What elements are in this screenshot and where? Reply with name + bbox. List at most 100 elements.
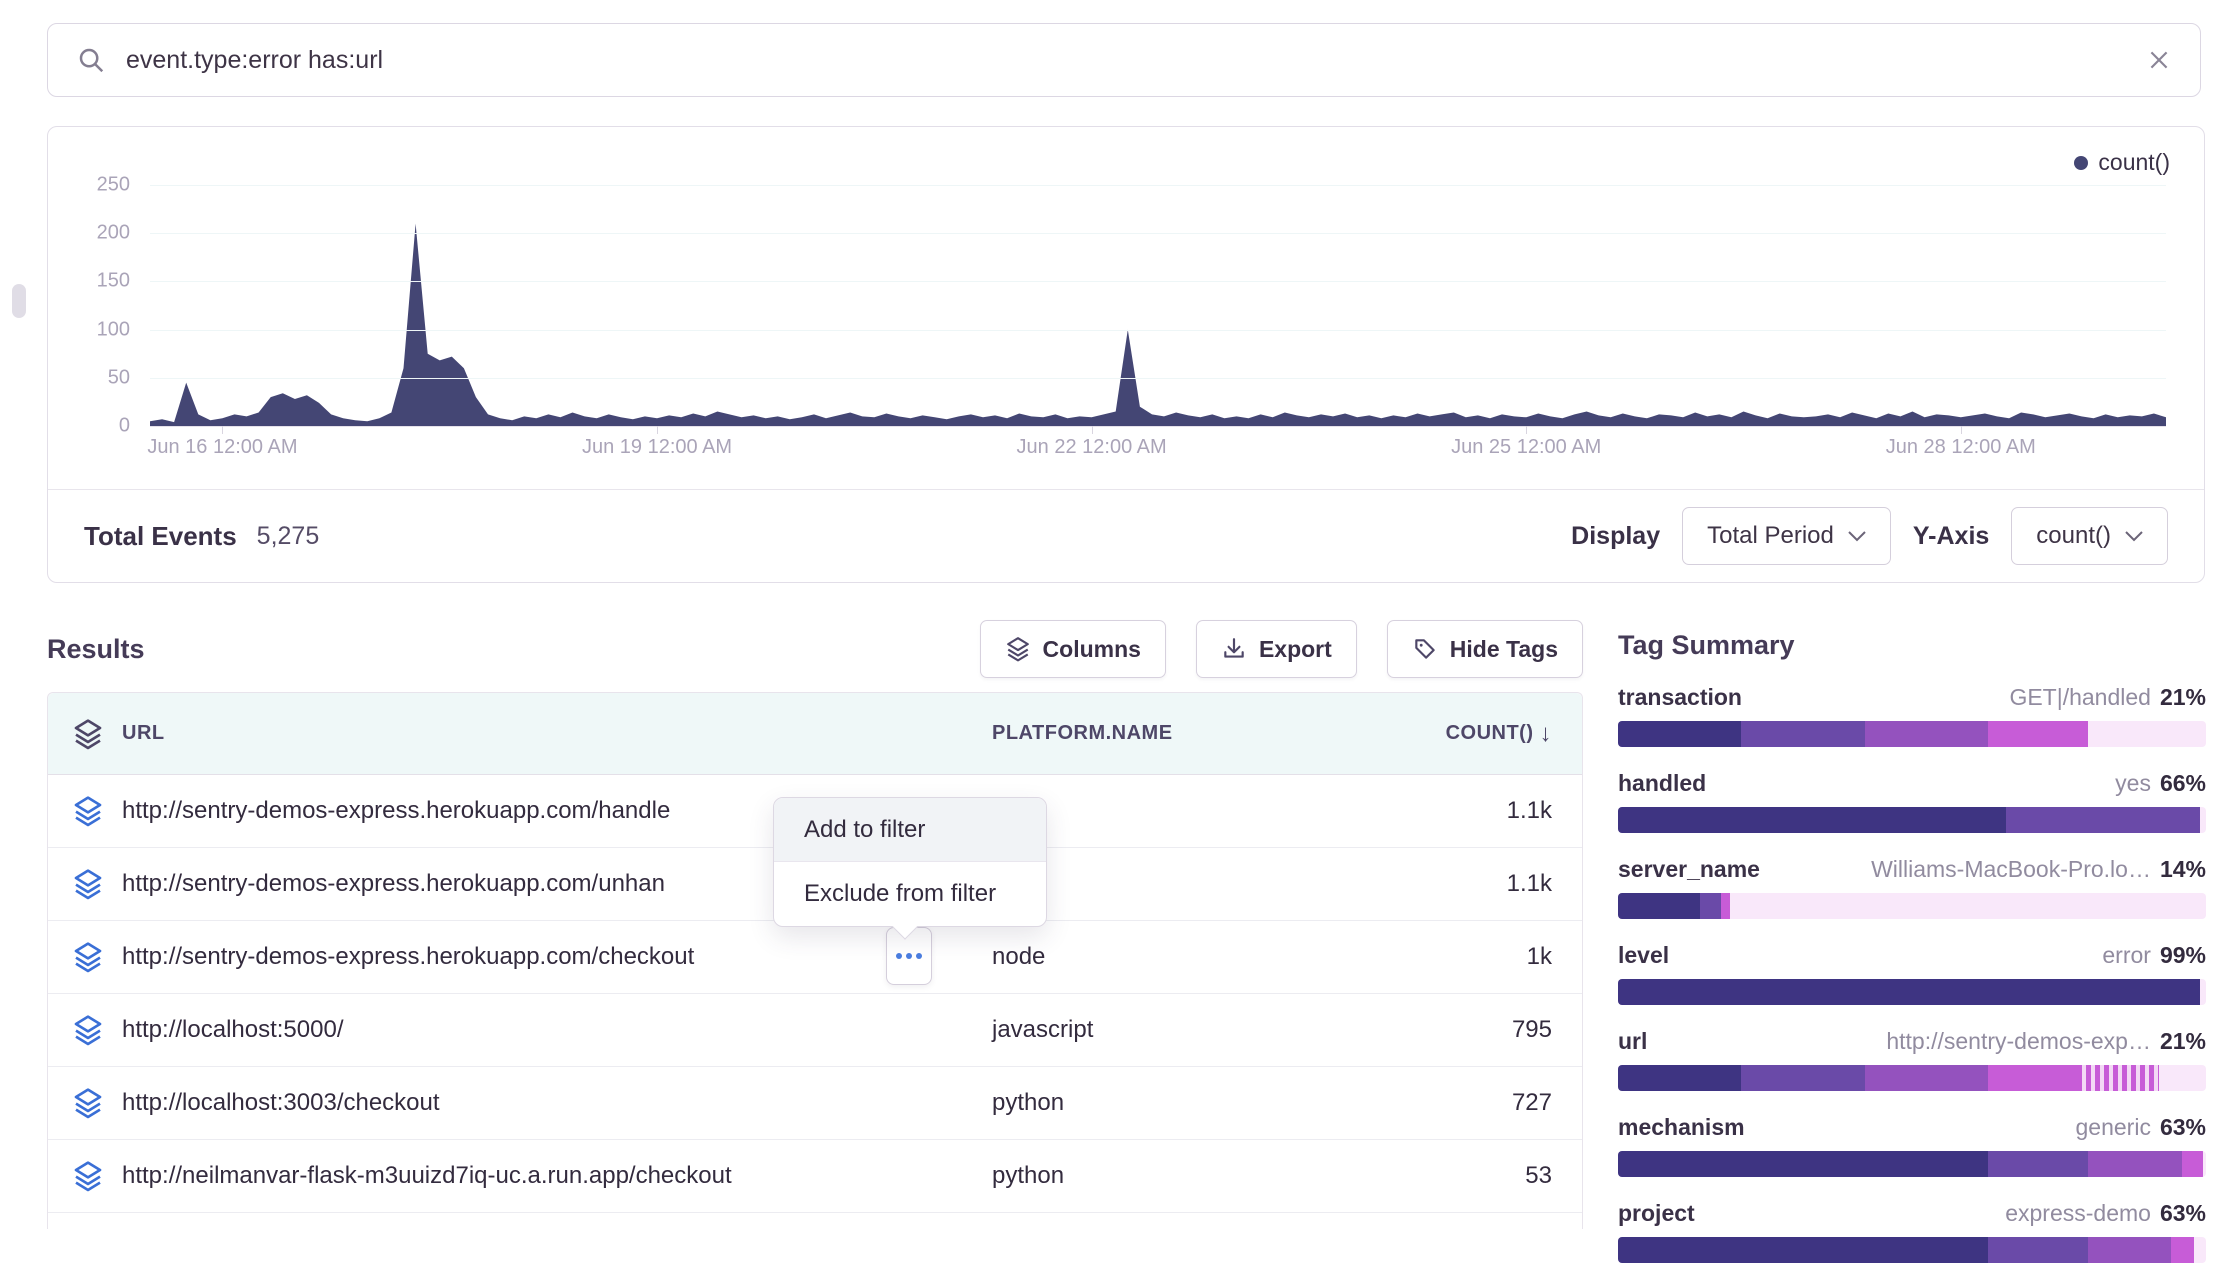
x-axis-line xyxy=(150,426,2166,427)
search-bar[interactable]: event.type:error has:url xyxy=(47,23,2201,97)
tag-summary-heading: Tag Summary xyxy=(1618,630,2206,661)
tag-group-level: levelerror99% xyxy=(1618,942,2206,1005)
url-cell: http://neilmanvar-flask-m3uuizd7iq-uc.a.… xyxy=(48,1160,992,1192)
gridline xyxy=(150,233,2166,234)
tag-head: handledyes66% xyxy=(1618,770,2206,800)
tag-head: url http://sentry-demos-exp…21% xyxy=(1618,1028,2206,1058)
download-icon xyxy=(1221,636,1247,662)
yaxis-label: Y-Axis xyxy=(1913,522,1989,551)
tag-bar-segment xyxy=(1741,721,1864,747)
tag-top-value-wrap: http://sentry-demos-exp…21% xyxy=(1886,1028,2206,1055)
toolbar-button-export[interactable]: Export xyxy=(1196,620,1357,678)
column-header-url[interactable]: URL xyxy=(122,722,165,745)
x-tick-mark xyxy=(1092,426,1093,434)
toolbar-button-hide-tags[interactable]: Hide Tags xyxy=(1387,620,1583,678)
tag-distribution-bar[interactable] xyxy=(1618,893,2206,919)
chart-legend: count() xyxy=(2074,149,2170,176)
table-row[interactable]: http://neilmanvar-flask-m3uuizd7iq-uc.a.… xyxy=(48,1140,1582,1213)
tag-bar-segment xyxy=(1988,1151,2088,1177)
tag-name[interactable]: level xyxy=(1618,942,1669,969)
table-row[interactable]: http://localhost:5000/javascript795 xyxy=(48,994,1582,1067)
tag-distribution-bar[interactable] xyxy=(1618,979,2206,1005)
layers-icon xyxy=(72,868,104,900)
gridline xyxy=(150,330,2166,331)
layers-icon xyxy=(72,941,104,973)
table-row[interactable]: http://sentry-demos-express.herokuapp.co… xyxy=(48,921,1582,994)
tag-bar-segment xyxy=(2006,807,2200,833)
url-value[interactable]: http://sentry-demos-express.herokuapp.co… xyxy=(122,943,694,971)
tag-bar-segment xyxy=(1618,1151,1988,1177)
tag-head: server_nameWilliams-MacBook-Pro.lo…14% xyxy=(1618,856,2206,886)
tag-head: levelerror99% xyxy=(1618,942,2206,972)
tag-bar-segment xyxy=(2077,1065,2159,1091)
clear-search-button[interactable] xyxy=(2146,47,2172,73)
tag-distribution-bar[interactable] xyxy=(1618,1237,2206,1263)
url-value[interactable]: http://neilmanvar-flask-m3uuizd7iq-uc.a.… xyxy=(122,1162,732,1190)
yaxis-select-value: count() xyxy=(2036,522,2111,550)
total-events-value: 5,275 xyxy=(257,522,320,551)
tag-bar-segment xyxy=(1618,979,2200,1005)
column-header-platform[interactable]: PLATFORM.NAME xyxy=(992,722,1442,745)
tag-top-value: http://sentry-demos-exp… xyxy=(1886,1028,2151,1055)
tag-top-value: GET|/handled xyxy=(2009,684,2151,711)
ellipsis-icon xyxy=(896,953,902,959)
table-header-row: URL PLATFORM.NAME COUNT() ↓ xyxy=(48,693,1582,775)
display-select[interactable]: Total Period xyxy=(1682,507,1891,565)
tag-bar-segment xyxy=(1865,721,1988,747)
x-tick-label: Jun 22 12:00 AM xyxy=(1017,436,1167,459)
tag-bar-segment xyxy=(1721,893,1730,919)
tag-group-server_name: server_nameWilliams-MacBook-Pro.lo…14% xyxy=(1618,856,2206,919)
tag-name[interactable]: project xyxy=(1618,1200,1695,1227)
yaxis-select[interactable]: count() xyxy=(2011,507,2168,565)
menu-item-add-to-filter[interactable]: Add to filter xyxy=(774,798,1046,862)
y-axis-labels: 050100150200250 xyxy=(48,185,134,426)
tag-name[interactable]: mechanism xyxy=(1618,1114,1745,1141)
count-value: 53 xyxy=(1442,1162,1582,1190)
tag-distribution-bar[interactable] xyxy=(1618,807,2206,833)
url-value[interactable]: http://sentry-demos-express.herokuapp.co… xyxy=(122,797,670,825)
toolbar-button-columns[interactable]: Columns xyxy=(980,620,1166,678)
tag-icon xyxy=(1412,636,1438,662)
tag-top-value: yes xyxy=(2115,770,2151,797)
tag-bar-segment xyxy=(1988,1237,2088,1263)
tag-top-value-wrap: express-demo63% xyxy=(2005,1200,2206,1227)
tag-distribution-bar[interactable] xyxy=(1618,1151,2206,1177)
gridline xyxy=(150,185,2166,186)
tag-percent: 14% xyxy=(2160,856,2206,883)
tag-name[interactable]: url xyxy=(1618,1028,1647,1055)
search-query[interactable]: event.type:error has:url xyxy=(126,46,2146,75)
tag-bar-segment xyxy=(1988,1065,2076,1091)
tag-head: mechanismgeneric63% xyxy=(1618,1114,2206,1144)
column-header-count[interactable]: COUNT() ↓ xyxy=(1442,720,1582,748)
url-value[interactable]: http://localhost:3003/checkout xyxy=(122,1089,440,1117)
count-value: 795 xyxy=(1442,1016,1582,1044)
results-heading: Results xyxy=(47,634,145,665)
button-label: Columns xyxy=(1043,636,1141,663)
button-label: Export xyxy=(1259,636,1332,663)
menu-item-exclude-from-filter[interactable]: Exclude from filter xyxy=(774,862,1046,926)
tag-bar-segment xyxy=(2088,1237,2170,1263)
tag-name[interactable]: handled xyxy=(1618,770,1706,797)
close-icon xyxy=(2146,47,2172,73)
tag-head: transactionGET|/handled21% xyxy=(1618,684,2206,714)
tag-distribution-bar[interactable] xyxy=(1618,721,2206,747)
layers-icon xyxy=(1005,636,1031,662)
table-row[interactable]: http://localhost:3003/checkoutpython727 xyxy=(48,1067,1582,1140)
tag-name[interactable]: server_name xyxy=(1618,856,1760,883)
chart-footer: Total Events 5,275 Display Total Period … xyxy=(48,489,2204,582)
url-value[interactable]: http://sentry-demos-express.herokuapp.co… xyxy=(122,870,665,898)
tag-group-project: project express-demo63% xyxy=(1618,1200,2206,1263)
tag-bar-segment xyxy=(1865,1065,1988,1091)
tag-bar-segment xyxy=(1618,893,1700,919)
drawer-handle[interactable] xyxy=(12,284,26,318)
event-count-chart xyxy=(150,185,2166,426)
tag-group-mechanism: mechanismgeneric63% xyxy=(1618,1114,2206,1177)
tag-percent: 63% xyxy=(2160,1114,2206,1141)
count-value: 1.1k xyxy=(1442,797,1582,825)
chevron-down-icon xyxy=(2125,531,2143,542)
display-label: Display xyxy=(1571,522,1660,551)
y-tick-label: 200 xyxy=(97,222,130,245)
url-value[interactable]: http://localhost:5000/ xyxy=(122,1016,343,1044)
tag-name[interactable]: transaction xyxy=(1618,684,1742,711)
tag-distribution-bar[interactable] xyxy=(1618,1065,2206,1091)
